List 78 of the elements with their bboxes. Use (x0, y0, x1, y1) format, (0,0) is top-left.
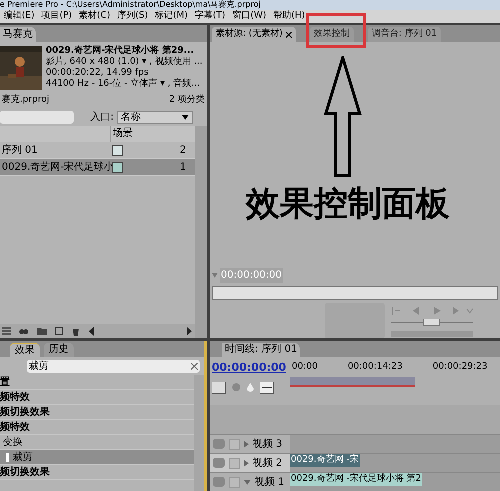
panel-tab[interactable]: 效果控制 (310, 27, 354, 42)
dropdown-arrow-icon (182, 114, 189, 120)
search-field[interactable]: 裁剪 (27, 360, 200, 372)
clip-info: 44100 Hz - 16-位 - 立体声 ▾ , 音频... (46, 79, 202, 90)
highlight-box (306, 13, 366, 48)
snap-icon[interactable] (212, 382, 226, 394)
list-row[interactable]: 序列 01 2 (0, 142, 195, 159)
timeline-clip[interactable]: 0029.奇艺网 -宋 (290, 454, 360, 467)
folder-icon[interactable] (37, 327, 47, 335)
scene-swatch (112, 162, 123, 172)
row-value: 1 (180, 160, 186, 174)
scrollbar[interactable] (195, 126, 207, 338)
clear-icon[interactable] (191, 362, 198, 370)
time-ruler[interactable] (290, 376, 415, 386)
eye-icon[interactable] (213, 439, 225, 449)
row-name: 序列 01 (1, 144, 39, 158)
track-name: 视频 3 (253, 438, 283, 452)
scroll-right-icon[interactable] (185, 326, 193, 336)
lock-toggle[interactable] (229, 438, 240, 450)
scroll-left-icon[interactable] (88, 326, 96, 336)
ruler-label: 00:00:29:23 (432, 361, 488, 374)
clip-info: 影片, 640 x 480 (1.0) ▾ , 视频使用 ... (46, 57, 203, 68)
clip-name: 0029.奇艺网-宋代足球小将 第29... (46, 46, 196, 56)
row-value: 2 (180, 144, 186, 158)
effect-tree-item[interactable]: 置 (0, 375, 194, 390)
effect-tree-item[interactable]: 变换 (0, 435, 194, 450)
track-name: 视频 2 (253, 456, 283, 470)
triangle-icon[interactable] (212, 273, 218, 278)
ruler-label: 00:00 (292, 361, 318, 374)
transport-controls-icon[interactable] (391, 307, 473, 315)
menu-item[interactable]: 序列(S) (117, 10, 148, 24)
trash-icon[interactable] (72, 326, 80, 336)
window-title: e Premiere Pro - C:\Users\Administrator\Desktop\ma\马赛克.prproj (0, 0, 262, 10)
menu-item[interactable]: 素材(C) (79, 10, 110, 24)
menu-item[interactable]: 窗口(W) (232, 10, 266, 24)
effect-tree-item[interactable]: 频特效 (0, 420, 194, 435)
annotation-caption: 效果控制面板 (246, 184, 450, 224)
project-file-name: 赛克.prproj (2, 94, 50, 108)
clip-info: 00:00:20:22, 14.99 fps (46, 68, 150, 78)
menu-item[interactable]: 帮助(H) (273, 10, 306, 24)
new-item-icon[interactable] (55, 326, 64, 336)
close-icon[interactable] (286, 32, 292, 38)
effect-tree-item[interactable]: 频切换效果 (0, 465, 194, 480)
edit-line-icon[interactable] (260, 382, 274, 394)
search-field[interactable] (0, 110, 74, 124)
entry-label: 入口: (90, 110, 114, 124)
entry-dropdown[interactable]: 名称 (117, 110, 193, 124)
ruler-label: 00:00:14:23 (348, 361, 403, 374)
panel-tab[interactable]: 效果 (10, 343, 40, 357)
effect-tree-item[interactable]: 裁剪 (0, 450, 194, 465)
timeline-clip[interactable]: 0029.奇艺网 -宋代足球小将 第2 (290, 473, 422, 486)
scene-swatch (112, 144, 123, 156)
effect-icon (6, 452, 9, 462)
scrollbar[interactable] (194, 375, 204, 491)
list-view-icon[interactable] (2, 327, 11, 335)
panel-tab[interactable]: 时间线: 序列 01 (222, 343, 300, 357)
drop-icon[interactable] (247, 383, 254, 392)
menu-item[interactable]: 字幕(T) (195, 10, 226, 24)
effect-tree-item[interactable]: 频特效 (0, 390, 194, 405)
track-name: 视频 1 (255, 476, 285, 490)
panel-tab[interactable]: 素材源: (无素材) (212, 27, 296, 42)
timecode[interactable]: 00:00:00:00 (212, 360, 290, 376)
eye-icon[interactable] (213, 458, 225, 468)
menu-item[interactable]: 项目(P) (42, 10, 72, 24)
item-count: 2 项分类 (169, 94, 205, 108)
marker-icon[interactable] (232, 383, 241, 392)
lock-toggle[interactable] (229, 458, 240, 468)
panel-tab[interactable]: 马赛克 (0, 27, 36, 42)
binoculars-icon[interactable] (19, 327, 29, 335)
panel-tab[interactable]: 历史 (44, 343, 74, 357)
effect-tree-item[interactable]: 频切换效果 (0, 405, 194, 420)
scrub-bar[interactable] (212, 286, 498, 300)
menu-item[interactable]: 标记(M) (155, 10, 188, 24)
menu-item[interactable]: 编辑(E) (4, 10, 35, 24)
jog-slider-icon[interactable] (391, 319, 473, 327)
lock-toggle[interactable] (229, 476, 240, 488)
panel-tab[interactable]: 调音台: 序列 01 (368, 27, 442, 42)
eye-icon[interactable] (213, 477, 225, 487)
